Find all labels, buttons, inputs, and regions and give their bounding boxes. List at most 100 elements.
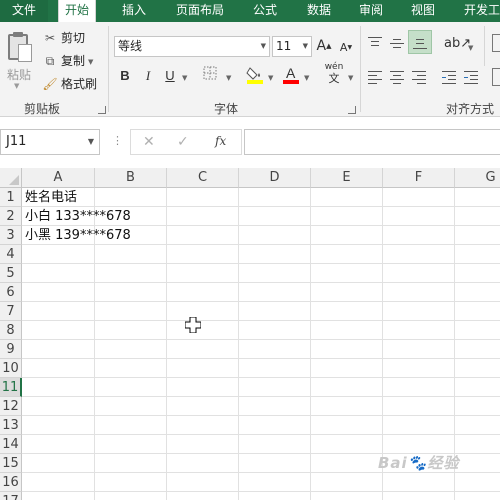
column-header-c[interactable]: C (167, 168, 239, 188)
cell-a2[interactable]: 小白 133****678 (22, 207, 131, 226)
row-header-9[interactable]: 9 (0, 340, 22, 359)
formula-controls: ✕ ✓ fx (130, 129, 242, 155)
select-all-corner[interactable] (0, 168, 22, 188)
row-header-8[interactable]: 8 (0, 321, 22, 340)
format-painter-label: 格式刷 (61, 77, 98, 91)
row-header-16[interactable]: 16 (0, 473, 22, 492)
align-left-icon[interactable] (368, 70, 384, 84)
column-header-e[interactable]: E (311, 168, 383, 188)
scissors-icon: ✂ (44, 31, 56, 45)
svg-text:A: A (286, 65, 296, 81)
font-color-icon[interactable]: A (282, 64, 300, 84)
column-header-b[interactable]: B (95, 168, 167, 188)
italic-button[interactable]: I (142, 66, 154, 86)
column-header-g[interactable]: G (455, 168, 500, 188)
ribbon: 粘贴 ▼ ✂ 剪切 ⧉ 复制 ▼ 🖌 格式刷 剪贴板 等线 ▼ 11 ▼ A▲ A▼ B… (0, 22, 500, 117)
paste-dropdown-icon[interactable]: ▼ (14, 82, 19, 90)
cut-button[interactable]: ✂ 剪切 (42, 28, 85, 48)
chevron-down-icon: ▼ (260, 42, 266, 50)
formula-bar: J11 ▼ ⋮ ✕ ✓ fx (0, 117, 500, 168)
row-header-10[interactable]: 10 (0, 359, 22, 378)
tab-2[interactable]: 插入 (116, 0, 152, 22)
row-header-2[interactable]: 2 (0, 207, 22, 226)
align-right-icon[interactable] (412, 70, 428, 84)
tab-3[interactable]: 页面布局 (170, 0, 230, 22)
increase-font-size-icon[interactable]: A▲ (316, 36, 332, 56)
formula-input[interactable] (244, 129, 500, 155)
paste-button-label[interactable]: 粘贴 (7, 66, 31, 83)
row-header-3[interactable]: 3 (0, 226, 22, 245)
font-color-dropdown-icon[interactable]: ▼ (304, 74, 309, 82)
tab-6[interactable]: 审阅 (353, 0, 389, 22)
copy-icon: ⧉ (45, 54, 55, 68)
tab-1[interactable]: 开始 (58, 0, 97, 23)
underline-dropdown-icon[interactable]: ▼ (182, 74, 187, 82)
column-header-d[interactable]: D (239, 168, 311, 188)
insert-function-icon[interactable]: fx (215, 134, 226, 148)
tab-7[interactable]: 视图 (405, 0, 441, 22)
format-painter-button[interactable]: 🖌 格式刷 (42, 74, 97, 94)
row-header-13[interactable]: 13 (0, 416, 22, 435)
border-icon[interactable] (202, 66, 218, 86)
copy-button[interactable]: ⧉ 复制 ▼ (42, 51, 94, 71)
gridline-horizontal (22, 263, 500, 264)
clipboard-launcher-icon[interactable] (98, 106, 106, 114)
formula-bar-splitter-icon[interactable]: ⋮ (112, 134, 123, 147)
decrease-indent-icon[interactable] (442, 70, 458, 84)
row-header-6[interactable]: 6 (0, 283, 22, 302)
cancel-icon[interactable]: ✕ (143, 134, 155, 150)
tab-4[interactable]: 公式 (247, 0, 283, 22)
gridline-horizontal (22, 415, 500, 416)
row-header-15[interactable]: 15 (0, 454, 22, 473)
fill-color-dropdown-icon[interactable]: ▼ (268, 74, 273, 82)
phonetic-dropdown-icon[interactable]: ▼ (348, 74, 353, 82)
increase-indent-icon[interactable] (464, 70, 480, 84)
align-top-icon[interactable] (368, 36, 384, 50)
font-launcher-icon[interactable] (348, 106, 356, 114)
row-header-14[interactable]: 14 (0, 435, 22, 454)
font-group-label: 字体 (214, 102, 239, 116)
row-header-1[interactable]: 1 (0, 188, 22, 207)
column-header-f[interactable]: F (383, 168, 455, 188)
row-header-5[interactable]: 5 (0, 264, 22, 283)
tab-0[interactable]: 文件 (0, 0, 48, 22)
wrap-text-icon[interactable] (492, 34, 500, 52)
cell-a3[interactable]: 小黑 139****678 (22, 226, 131, 245)
row-header-17[interactable]: 17 (0, 492, 22, 500)
orientation-icon[interactable]: ab↗ (444, 34, 471, 54)
align-bottom-icon (413, 36, 429, 50)
column-header-a[interactable]: A (22, 168, 95, 188)
font-size-combobox[interactable]: 11 ▼ (272, 36, 312, 57)
bold-button[interactable]: B (118, 66, 132, 86)
watermark-logo: Bai🐾经验 (378, 454, 460, 472)
phonetic-char: 文 (328, 72, 340, 85)
phonetic-guide-icon[interactable]: wén 文 (322, 62, 346, 85)
orientation-dropdown-icon[interactable]: ▼ (468, 44, 473, 52)
fill-color-icon[interactable] (246, 64, 264, 84)
worksheet-grid[interactable]: ABCDEFG1234567891011121314151617姓名电话小白 1… (0, 168, 500, 500)
alignment-group-label: 对齐方式 (446, 102, 495, 116)
paste-icon[interactable] (6, 32, 34, 62)
chevron-down-icon: ▼ (87, 137, 94, 146)
tab-8[interactable]: 开发工 (458, 0, 500, 22)
align-bottom-button[interactable] (408, 30, 432, 54)
border-dropdown-icon[interactable]: ▼ (226, 74, 231, 82)
row-header-4[interactable]: 4 (0, 245, 22, 264)
row-header-11[interactable]: 11 (0, 378, 22, 397)
copy-label: 复制 (61, 54, 86, 68)
enter-icon[interactable]: ✓ (177, 134, 189, 150)
chevron-down-icon: ▼ (302, 42, 308, 50)
row-header-12[interactable]: 12 (0, 397, 22, 416)
copy-dropdown-icon[interactable]: ▼ (88, 58, 93, 66)
name-box[interactable]: J11 ▼ (0, 129, 100, 155)
align-center-icon[interactable] (390, 70, 406, 84)
cell-a1[interactable]: 姓名电话 (22, 188, 77, 207)
row-header-7[interactable]: 7 (0, 302, 22, 321)
merge-center-icon[interactable] (492, 68, 500, 86)
underline-button[interactable]: U (164, 66, 176, 86)
cut-label: 剪切 (61, 31, 86, 45)
decrease-font-size-icon[interactable]: A▼ (338, 38, 354, 58)
align-middle-icon[interactable] (390, 36, 406, 50)
tab-5[interactable]: 数据 (301, 0, 337, 22)
font-name-combobox[interactable]: 等线 ▼ (114, 36, 270, 57)
